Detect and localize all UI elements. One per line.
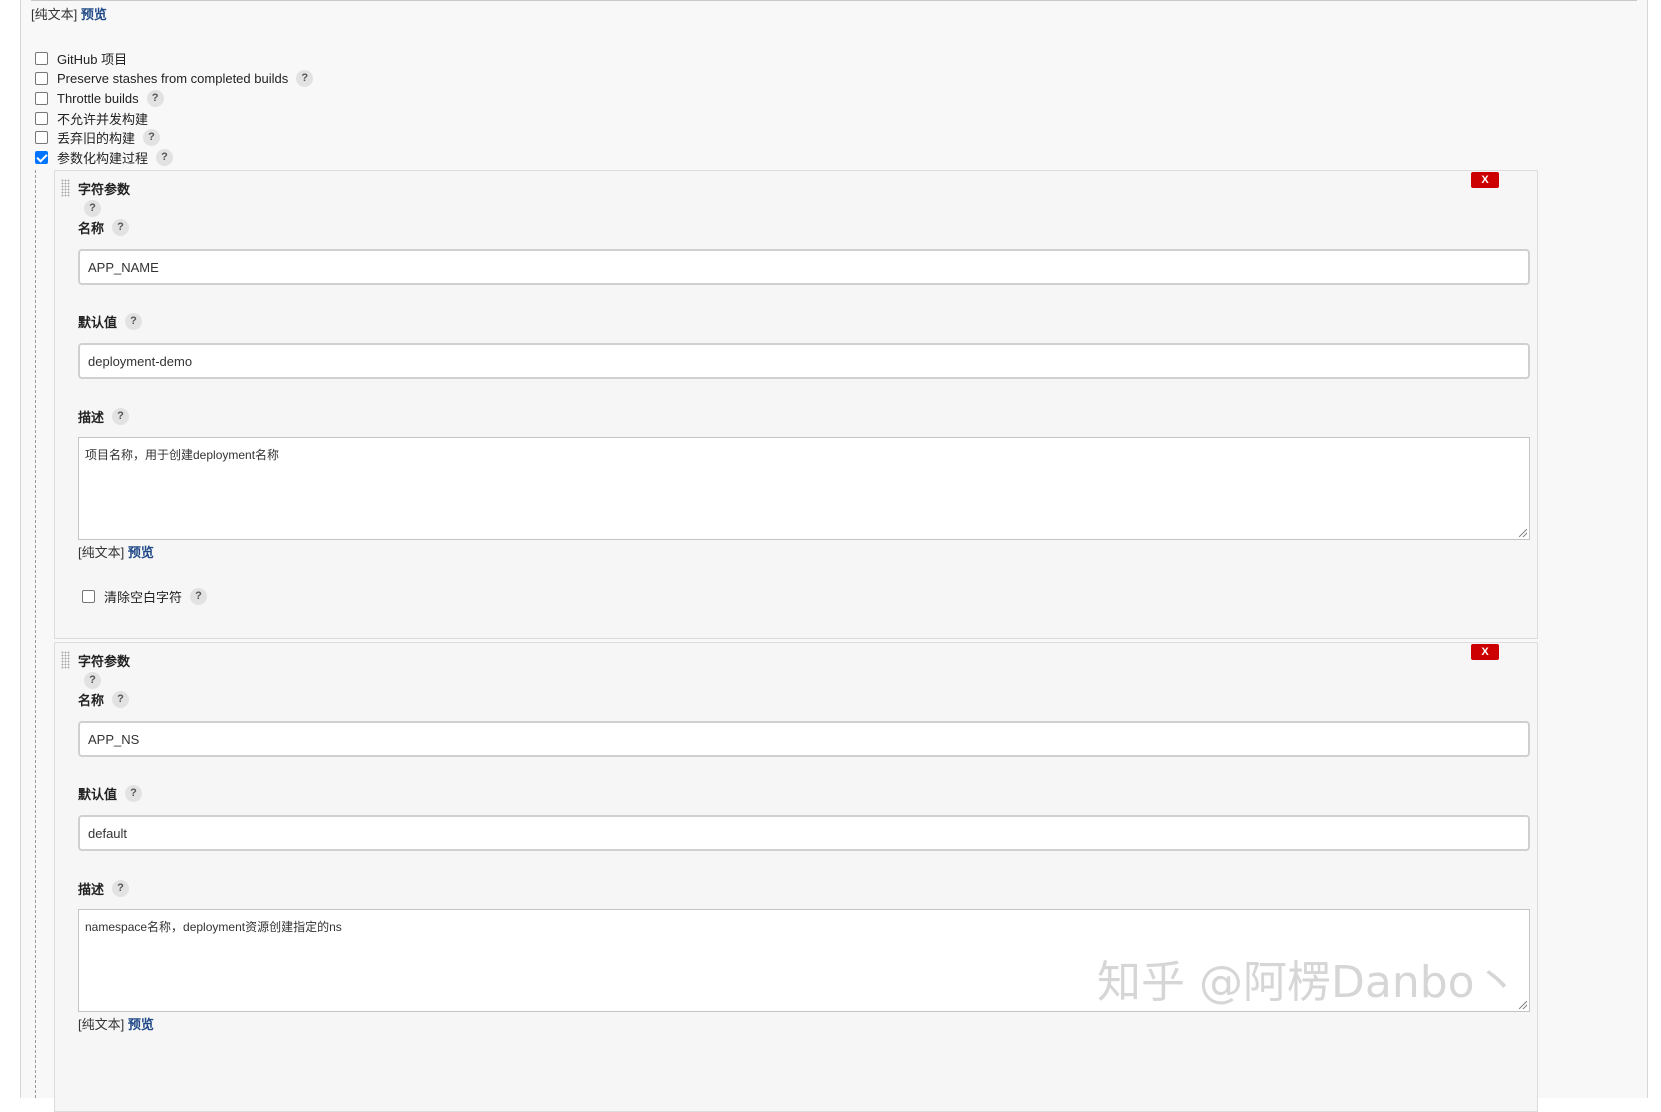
help-icon[interactable]: ? [112,219,130,236]
option-github-project[interactable]: GitHub 项目 [35,48,127,68]
option-label: Throttle builds [57,90,139,106]
plain-text-label: [纯文本] [31,7,78,22]
default-value-label: 默认值 [78,315,118,330]
drag-handle-icon[interactable] [61,179,70,197]
nesting-guide-line [35,170,36,1098]
option-preserve-stashes[interactable]: Preserve stashes from completed builds ? [35,68,314,88]
trim-label: 清除空白字符 [104,590,183,605]
watermark: 知乎 @阿楞Danbo丶 [1097,957,1519,1008]
description-label-row: 描述 ? [78,407,130,426]
drag-handle-icon[interactable] [61,651,70,669]
description-label: 描述 [78,410,105,425]
name-input[interactable]: APP_NS [78,721,1530,757]
help-icon[interactable]: ? [112,880,130,897]
help-icon[interactable]: ? [190,588,208,605]
help-icon[interactable]: ? [125,785,143,802]
checkbox[interactable] [35,91,48,105]
string-parameter-block: X 字符参数 ? 名称 ? APP_NS 默认值 ? default 描述 ? … [54,642,1538,1112]
option-label: Preserve stashes from completed builds [57,70,289,86]
default-label-row: 默认值 ? [78,312,143,331]
plain-text-label: [纯文本] [78,1017,125,1032]
help-icon[interactable]: ? [84,200,101,217]
job-config-page: [纯文本] 预览 GitHub 项目 Preserve stashes from… [20,0,1648,1112]
option-discard-old-builds[interactable]: 丢弃旧的构建 ? [35,127,161,147]
option-label: 参数化构建过程 [57,150,149,166]
parameter-title: 字符参数 [78,654,131,669]
name-label: 名称 [78,221,105,236]
default-value-label: 默认值 [78,787,118,802]
help-icon[interactable]: ? [125,313,143,330]
option-throttle-builds[interactable]: Throttle builds ? [35,88,164,108]
format-row: [纯文本] 预览 [78,542,154,561]
delete-parameter-button[interactable]: X [1471,644,1499,660]
option-parameterized-build[interactable]: 参数化构建过程 ? [35,147,174,167]
name-value: APP_NS [88,731,140,747]
option-label: 丢弃旧的构建 [57,130,136,146]
preview-link[interactable]: 预览 [128,1017,154,1032]
help-icon[interactable]: ? [143,128,161,146]
checkbox[interactable] [35,51,48,65]
parameter-title: 字符参数 [78,182,131,197]
preview-link[interactable]: 预览 [81,7,107,22]
divider [31,0,1637,1]
default-value-input[interactable]: deployment-demo [78,343,1530,379]
help-icon[interactable]: ? [296,69,314,87]
plain-text-label: [纯文本] [78,545,125,560]
resize-handle-icon[interactable] [1519,529,1527,537]
description-value: 项目名称，用于创建deployment名称 [85,448,280,462]
help-icon[interactable]: ? [146,89,164,107]
resize-handle-icon[interactable] [1519,1001,1527,1009]
help-icon[interactable]: ? [156,148,174,166]
checkbox[interactable] [35,71,48,85]
help-icon[interactable]: ? [112,408,130,425]
preview-link[interactable]: 预览 [128,545,154,560]
option-no-concurrent-builds[interactable]: 不允许并发构建 [35,108,148,128]
top-format-row: [纯文本] 预览 [31,4,107,23]
name-value: APP_NAME [88,259,159,275]
format-row: [纯文本] 预览 [78,1014,154,1033]
checkbox-checked[interactable] [35,150,48,164]
description-value: namespace名称，deployment资源创建指定的ns [85,920,342,934]
default-value: deployment-demo [88,353,193,369]
help-icon[interactable]: ? [84,672,101,689]
parameter-help: ? [84,671,101,689]
option-label: GitHub 项目 [57,51,128,67]
string-parameter-block: X 字符参数 ? 名称 ? APP_NAME 默认值 ? deployment-… [54,170,1538,639]
checkbox[interactable] [35,111,48,125]
parameter-help: ? [84,199,101,217]
delete-parameter-button[interactable]: X [1471,172,1499,188]
checkbox[interactable] [35,130,48,144]
description-label-row: 描述 ? [78,879,130,898]
name-input[interactable]: APP_NAME [78,249,1530,285]
default-value: default [88,825,128,841]
name-label: 名称 [78,693,105,708]
default-label-row: 默认值 ? [78,784,143,803]
default-value-input[interactable]: default [78,815,1530,851]
name-label-row: 名称 ? [78,218,130,237]
description-label: 描述 [78,882,105,897]
name-label-row: 名称 ? [78,690,130,709]
trim-option[interactable]: 清除空白字符 ? [82,587,208,606]
help-icon[interactable]: ? [112,691,130,708]
option-label: 不允许并发构建 [57,111,149,127]
description-textarea[interactable]: 项目名称，用于创建deployment名称 [78,437,1530,540]
checkbox[interactable] [82,590,95,603]
